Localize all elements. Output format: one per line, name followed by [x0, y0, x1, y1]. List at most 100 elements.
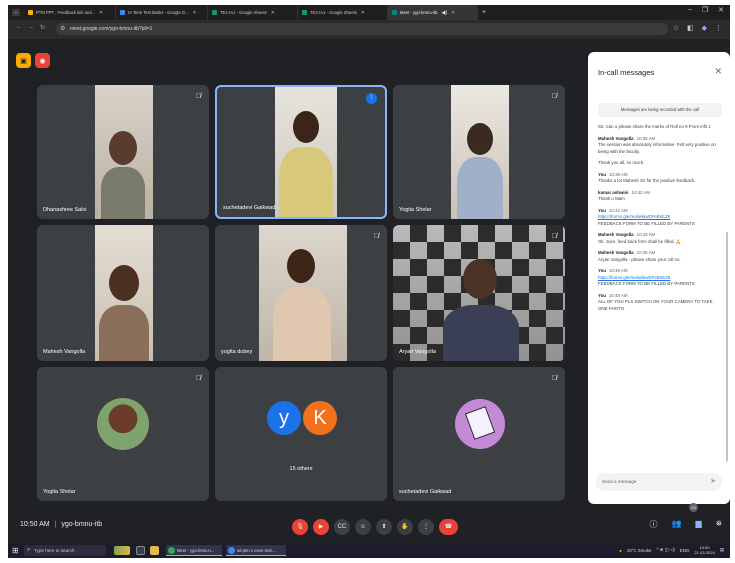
participant-name: suchetadevi Gaikwad — [223, 205, 276, 211]
chat-message-list: Sir, Can u please share the marks of Rol… — [598, 124, 722, 317]
chat-message: Mahesh Vangolla 10:35 AM The session was … — [598, 135, 716, 154]
bookmark-star-icon[interactable]: ☆ — [673, 24, 679, 32]
participant-name: Dhanashree Salvi — [43, 207, 87, 213]
minimize-icon[interactable]: – — [688, 6, 692, 14]
weather-icon: ● — [619, 547, 622, 553]
url-text: meet.google.com/ygo-bmnu-itb?pli=1 — [70, 26, 153, 32]
participant-tile[interactable]: 🎙̸ Yogita Shelar — [393, 85, 565, 219]
mic-off-icon: 🎙̸ — [551, 233, 557, 240]
tab-favicon-icon — [392, 10, 397, 15]
participant-tile[interactable]: Mahesh Vangolla — [37, 225, 209, 361]
meeting-info-icon[interactable]: ⓘ — [649, 519, 657, 530]
browser-tab[interactable]: IA Term Test Marks - Google D... ✕ — [116, 5, 208, 20]
participant-video — [259, 225, 347, 361]
participant-tile-speaking[interactable]: ⁞ suchetadevi Gaikwad — [215, 85, 387, 219]
site-info-icon[interactable]: ⚙ — [60, 25, 65, 33]
leave-call-button[interactable]: ☎ — [439, 519, 458, 535]
browser-tab[interactable]: PTM PPT , Feedback link and... ✕ — [24, 5, 116, 20]
taskbar-app-ppt[interactable]: sd ptm 1 even sem... — [226, 545, 286, 556]
present-screen-button[interactable]: ⬆ — [376, 519, 392, 535]
mic-off-icon: 🎙̸ — [551, 93, 557, 100]
speaking-indicator-icon: ⁞ — [366, 93, 377, 104]
clock[interactable]: 10:50 21-03-2024 — [694, 545, 714, 555]
notifications-icon[interactable]: ▤ — [720, 547, 724, 553]
close-window-icon[interactable]: ✕ — [718, 6, 724, 14]
tab-favicon-icon — [212, 10, 217, 15]
participant-tile[interactable]: 🎙̸ Yogita Shelar — [37, 367, 209, 501]
meeting-details: 10:50 AM | ygo-bmnu-itb — [20, 521, 103, 528]
camera-toggle-button[interactable]: ▶ — [313, 519, 329, 535]
avatar-letter: K — [303, 401, 337, 435]
chat-message: You 10:42 AM https://forms.gle/realiwlawD… — [598, 208, 722, 228]
participant-name: yogita dubey — [221, 349, 253, 355]
windows-start-icon[interactable]: ⊞ — [12, 546, 19, 555]
tab-search-button[interactable]: ⌄ — [12, 9, 20, 16]
close-icon[interactable]: ✕ — [714, 66, 722, 77]
close-tab-icon[interactable]: ✕ — [99, 10, 103, 16]
chat-message: You 10:46 AM https://forms.gle/realiwlawD… — [598, 268, 722, 288]
sidepanel-icon[interactable]: ◧ — [687, 24, 694, 32]
browser-toolbar: ☆ ◧ ◆ ⋮ — [673, 24, 722, 32]
people-icon[interactable]: 👥 — [671, 519, 681, 530]
send-icon[interactable]: ➤ — [710, 473, 716, 491]
more-options-button[interactable]: ⋮ — [418, 519, 434, 535]
chat-panel-title: In-call messages — [598, 68, 655, 77]
os-taskbar: ⊞ ⌕ Type here to search Meet - ygo-bmnu-… — [8, 543, 730, 558]
close-tab-icon[interactable]: ✕ — [451, 10, 455, 16]
mic-off-icon: 🎙̸ — [551, 375, 557, 382]
widgets-icon[interactable] — [114, 546, 130, 555]
participant-tile[interactable]: 🎙̸ suchetadevi Gaikwad — [393, 367, 565, 501]
tab-favicon-icon — [120, 10, 125, 15]
activities-icon[interactable]: ⛯ — [716, 519, 722, 530]
taskbar-app-chrome[interactable]: Meet - ygo-bmnu-i... — [166, 545, 222, 556]
app-icon — [228, 547, 235, 554]
participant-tile[interactable]: 🎙̸ Aryan Vangolla — [393, 225, 565, 361]
recording-note: Messages are being recorded with the cal… — [598, 103, 722, 117]
close-tab-icon[interactable]: ✕ — [192, 10, 196, 16]
taskbar-search-input[interactable]: ⌕ Type here to search — [24, 545, 106, 556]
activities-chip-icon[interactable]: ▣ — [16, 53, 31, 68]
task-view-icon[interactable] — [136, 546, 145, 555]
close-tab-icon[interactable]: ✕ — [271, 10, 275, 16]
participant-video — [275, 87, 337, 217]
raise-hand-button[interactable]: ✋ — [397, 519, 413, 535]
chat-message: Mahesh Vangolla 10:45 AM Aryan Vangolla -… — [598, 250, 681, 262]
participant-tile[interactable]: 🎙̸ yogita dubey — [215, 225, 387, 361]
chat-message: Thank you all, so much. — [598, 160, 645, 165]
tray-icons[interactable]: ^ ⊕ ◫ ◁) — [656, 547, 674, 553]
chrome-icon — [168, 547, 175, 554]
maximize-icon[interactable]: ❐ — [702, 6, 708, 14]
reload-icon[interactable]: ↻ — [40, 24, 45, 31]
file-explorer-icon[interactable] — [150, 546, 159, 555]
send-message-input[interactable]: Send a message ➤ — [596, 473, 722, 491]
chat-panel: In-call messages ✕ Messages are being re… — [588, 52, 730, 504]
browser-tab[interactable]: TE2-IA1 - Google Sheets ✕ — [298, 5, 388, 20]
mic-off-icon: 🎙̸ — [195, 93, 201, 100]
chat-scrollbar[interactable] — [726, 232, 728, 462]
recording-indicator-icon[interactable]: ◉ — [35, 53, 50, 68]
others-tile[interactable]: y K 15 others — [215, 367, 387, 501]
mic-toggle-button[interactable]: 🎙 — [292, 519, 308, 535]
back-icon[interactable]: ← — [16, 24, 22, 30]
browser-tab-active[interactable]: Meet - ygo-bmnu-itb ◀) ✕ — [388, 5, 478, 20]
mic-off-icon: 🎙̸ — [373, 233, 379, 240]
reactions-button[interactable]: ☺ — [355, 519, 371, 535]
mic-off-icon: 🎙̸ — [195, 375, 201, 382]
captions-button[interactable]: CC — [334, 519, 350, 535]
participant-video — [451, 85, 509, 219]
forward-icon[interactable]: → — [28, 24, 34, 30]
participant-avatar — [97, 398, 149, 450]
search-icon: ⌕ — [27, 547, 31, 553]
chat-icon[interactable]: ▆ — [695, 519, 701, 530]
address-bar-row: ← → ↻ ⚙ meet.google.com/ygo-bmnu-itb?pli… — [8, 20, 730, 39]
browser-tab[interactable]: TE1-IA1 - Google Sheets ✕ — [208, 5, 298, 20]
profile-icon[interactable]: ◆ — [702, 24, 707, 32]
tab-favicon-icon — [302, 10, 307, 15]
audio-playing-icon[interactable]: ◀) — [441, 10, 447, 16]
new-tab-button[interactable]: + — [478, 5, 490, 20]
close-tab-icon[interactable]: ✕ — [361, 10, 365, 16]
participant-tile[interactable]: 🎙̸ Dhanashree Salvi — [37, 85, 209, 219]
url-bar[interactable]: ⚙ meet.google.com/ygo-bmnu-itb?pli=1 — [56, 23, 668, 35]
menu-kebab-icon[interactable]: ⋮ — [715, 24, 722, 32]
participant-name: Aryan Vangolla — [399, 349, 436, 355]
